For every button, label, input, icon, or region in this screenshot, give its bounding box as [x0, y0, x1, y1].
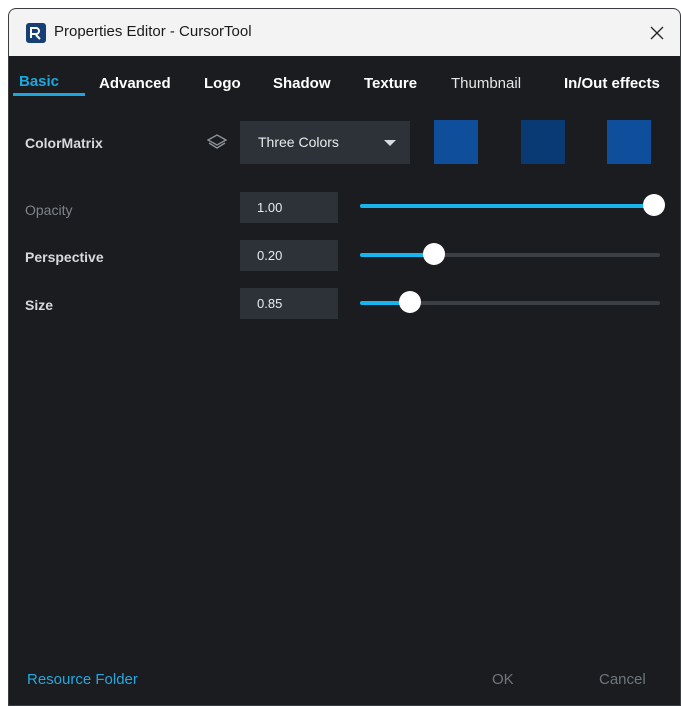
- slider-thumb[interactable]: [423, 243, 445, 265]
- size-label: Size: [25, 297, 54, 313]
- tab-logo[interactable]: Logo: [204, 56, 241, 104]
- window-title: Properties Editor - CursorTool: [54, 23, 252, 40]
- app-logo-icon: [26, 23, 46, 43]
- opacity-value-input[interactable]: 1.00: [240, 192, 338, 223]
- close-button[interactable]: [634, 9, 680, 56]
- active-tab-indicator: [13, 93, 85, 96]
- size-slider[interactable]: [360, 291, 660, 315]
- color-swatch-2[interactable]: [521, 120, 565, 164]
- dropdown-arrow-icon: [384, 140, 396, 146]
- color-swatch-3[interactable]: [607, 120, 651, 164]
- perspective-label: Perspective: [25, 249, 104, 265]
- close-icon: [650, 26, 664, 39]
- color-scheme-dropdown[interactable]: Three Colors: [240, 121, 410, 164]
- color-swatch-1[interactable]: [434, 120, 478, 164]
- tab-bar: Basic Advanced Logo Shadow Texture Thumb…: [9, 56, 680, 104]
- tab-shadow[interactable]: Shadow: [273, 56, 331, 104]
- tab-thumbnail[interactable]: Thumbnail: [451, 56, 521, 104]
- tab-basic[interactable]: Basic: [19, 56, 59, 104]
- tab-advanced[interactable]: Advanced: [99, 56, 171, 104]
- slider-thumb[interactable]: [399, 291, 421, 313]
- tab-in-out-effects[interactable]: In/Out effects: [564, 56, 660, 104]
- title-bar: Properties Editor - CursorTool: [9, 9, 680, 56]
- opacity-label: Opacity: [25, 202, 73, 218]
- perspective-slider[interactable]: [360, 243, 660, 267]
- slider-thumb[interactable]: [643, 194, 665, 216]
- perspective-value-input[interactable]: 0.20: [240, 240, 338, 271]
- properties-editor-window: Properties Editor - CursorTool Basic Adv…: [8, 8, 681, 706]
- tab-texture[interactable]: Texture: [364, 56, 417, 104]
- cancel-button[interactable]: Cancel: [599, 671, 646, 688]
- resource-folder-link[interactable]: Resource Folder: [27, 671, 138, 688]
- slider-fill: [360, 204, 654, 208]
- colormatrix-label: ColorMatrix: [25, 135, 103, 151]
- color-scheme-value: Three Colors: [258, 134, 339, 150]
- ok-button[interactable]: OK: [492, 671, 514, 688]
- opacity-slider[interactable]: [360, 194, 665, 218]
- layers-icon[interactable]: [207, 134, 227, 150]
- size-value-input[interactable]: 0.85: [240, 288, 338, 319]
